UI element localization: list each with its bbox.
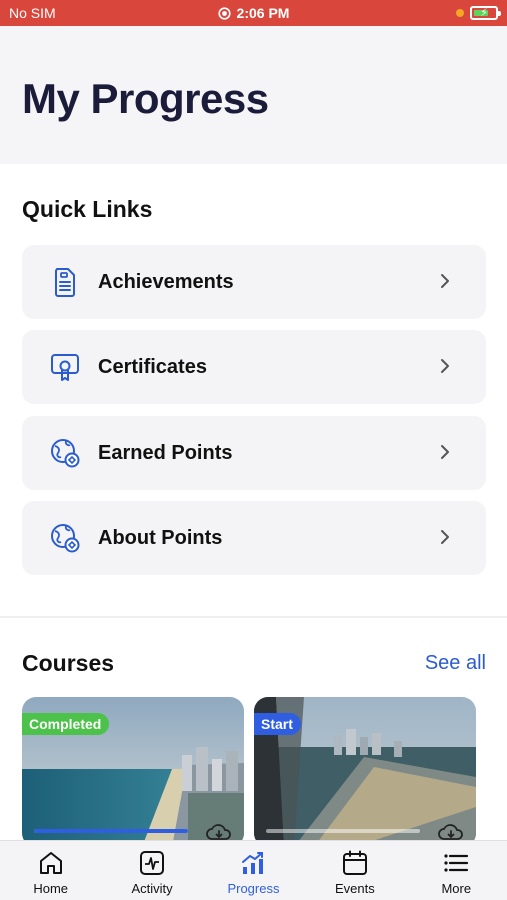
status-time-group: 2:06 PM xyxy=(217,5,290,21)
quick-link-label: Achievements xyxy=(98,270,234,293)
calendar-icon xyxy=(342,849,368,877)
tab-label: Home xyxy=(33,881,69,896)
course-status-badge: Start xyxy=(254,713,301,735)
screen-record-icon xyxy=(217,6,231,20)
globe-points-icon xyxy=(50,523,80,553)
tab-label: More xyxy=(441,881,472,896)
quick-link-label: About Points xyxy=(98,526,223,549)
progress-chart-icon xyxy=(240,849,266,877)
tab-home[interactable]: Home xyxy=(6,849,96,896)
tab-events[interactable]: Events xyxy=(310,849,400,896)
tab-label: Events xyxy=(334,881,375,896)
course-card[interactable]: Start xyxy=(254,697,476,847)
quick-link-label: Earned Points xyxy=(98,441,233,464)
document-icon xyxy=(50,267,80,297)
section-divider xyxy=(0,616,507,618)
chevron-right-icon xyxy=(441,274,449,288)
globe-points-icon xyxy=(50,438,80,468)
activity-icon xyxy=(139,849,165,877)
quick-links-title: Quick Links xyxy=(22,196,153,222)
chevron-right-icon xyxy=(441,445,449,459)
courses-title: Courses xyxy=(22,650,115,676)
status-indicators: ⚡ xyxy=(378,6,501,20)
quick-link-achievements[interactable]: Achievements xyxy=(22,245,486,319)
menu-icon xyxy=(443,849,469,877)
course-progress-bar xyxy=(266,829,420,833)
tab-activity[interactable]: Activity xyxy=(107,849,197,896)
battery-icon: ⚡ xyxy=(469,6,501,20)
quick-link-earned-points[interactable]: Earned Points xyxy=(22,416,486,490)
certificate-icon xyxy=(50,352,80,382)
see-all-link[interactable]: See all xyxy=(425,652,486,675)
tab-label: Activity xyxy=(131,881,173,896)
quick-link-label: Certificates xyxy=(98,355,207,378)
chevron-right-icon xyxy=(441,530,449,544)
carrier-label: No SIM xyxy=(9,5,56,21)
tab-more[interactable]: More xyxy=(411,849,501,896)
tab-progress[interactable]: Progress xyxy=(208,849,298,896)
home-icon xyxy=(38,849,64,877)
course-card[interactable]: Completed xyxy=(22,697,244,847)
tab-label: Progress xyxy=(227,881,280,896)
bottom-tab-bar: Home Activity Progress Events More xyxy=(0,840,507,900)
status-time: 2:06 PM xyxy=(236,5,290,21)
quick-link-about-points[interactable]: About Points xyxy=(22,501,486,575)
course-status-badge: Completed xyxy=(22,713,110,735)
page-title: My Progress xyxy=(22,75,269,122)
quick-link-certificates[interactable]: Certificates xyxy=(22,330,486,404)
status-bar: No SIM 2:06 PM ⚡ xyxy=(0,0,507,26)
cloud-download-icon[interactable] xyxy=(206,823,232,841)
cloud-download-icon[interactable] xyxy=(438,823,464,841)
chevron-right-icon xyxy=(441,359,449,373)
mic-indicator-icon xyxy=(455,9,464,17)
course-progress-bar xyxy=(34,829,188,833)
